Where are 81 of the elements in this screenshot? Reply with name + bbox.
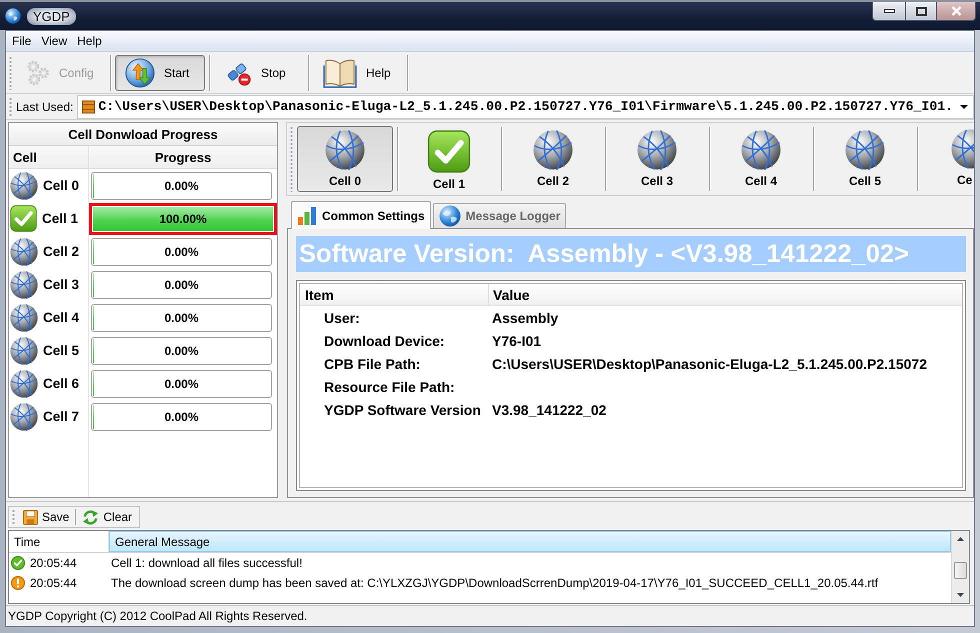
- maximize-button[interactable]: [906, 2, 937, 21]
- table-cell-text: C:\Users\USER\Desktop\Panasonic-Eluga-L2_5.1.245.00.P2.15072: [492, 356, 928, 372]
- menu-item[interactable]: Help: [72, 34, 107, 48]
- gears-icon: [26, 58, 50, 86]
- cell-name: Cell 7: [43, 409, 80, 424]
- table-cell-text: Y76-I01: [492, 332, 542, 348]
- version-banner: Software Version: Assembly - <V3.98_141222_02>: [296, 236, 966, 272]
- status-bar: YGDP Copyright (C) 2012 CoolPad All Rights Reserved.: [6, 605, 974, 626]
- cell-name: Cell 2: [43, 244, 80, 259]
- globe-arrows-icon: [125, 58, 155, 88]
- menu-item[interactable]: File: [7, 34, 36, 48]
- cell-button[interactable]: Cell 0: [297, 126, 393, 192]
- cell-button[interactable]: Ce: [921, 126, 974, 192]
- bar-chart-icon: [297, 206, 317, 226]
- progress-reading: 0.00%: [164, 410, 199, 424]
- toolbar-grip[interactable]: [290, 126, 293, 192]
- log-message: Cell 1: download all files successful!: [110, 556, 304, 570]
- toolbar-button[interactable]: Save: [19, 507, 74, 527]
- toolbar-grip[interactable]: [9, 56, 12, 90]
- cell-name: Cell 6: [43, 376, 80, 391]
- menu-item[interactable]: View: [36, 34, 72, 48]
- cell-name: Cell 4: [43, 310, 80, 325]
- minimize-icon: [884, 9, 894, 13]
- close-button[interactable]: [937, 2, 976, 21]
- globe-icon: [438, 205, 461, 227]
- cell-button[interactable]: Cell 3: [609, 126, 705, 192]
- progress-reading: 0.00%: [164, 344, 199, 358]
- table-cell-text: Download Device:: [323, 332, 446, 348]
- cell-name: Cell 3: [43, 277, 80, 292]
- log-message: The download screen dump has been saved at: C:\YLXZGJ\YGDP\DownloadScrrenDump\2019-04-17\Y76_I01_SUCCEED_CELL1_20.05.44.rtf: [110, 576, 880, 590]
- log-time: 20:05:44: [30, 556, 77, 570]
- table-cell-text: Resource File Path:: [323, 378, 456, 394]
- column-header: Item: [304, 286, 335, 304]
- toolbar-grip[interactable]: [9, 96, 12, 116]
- last-used-label: Last Used:: [16, 100, 74, 114]
- window-title: YGDP: [27, 8, 76, 24]
- log-time: 20:05:44: [30, 576, 77, 590]
- table-cell-text: YGDP Software Version: [323, 402, 482, 418]
- toolbar-button[interactable]: Help: [313, 54, 403, 90]
- progress-reading: 0.00%: [164, 310, 199, 324]
- toolbar-grip[interactable]: [12, 509, 15, 525]
- path-combobox[interactable]: C:\Users\USER\Desktop\Panasonic-Eluga-L2_5.1.245.00.P2.150727.Y76_I01\Firmware\5.1.245.00.P2.150727.Y76_I01.: [77, 94, 974, 118]
- progress-reading: 100.00%: [159, 212, 207, 226]
- caret-icon: [960, 104, 968, 108]
- book-icon: [323, 58, 357, 88]
- cell-button[interactable]: Cell 1: [401, 126, 497, 192]
- panel-title: Cell Donwload Progress: [9, 123, 277, 146]
- progress-reading: 0.00%: [164, 278, 199, 292]
- tab[interactable]: Message Logger: [432, 203, 566, 228]
- cell-button[interactable]: Cell 4: [713, 126, 809, 192]
- column-header: Cell: [12, 148, 38, 166]
- box-icon: [82, 100, 96, 114]
- toolbar-button[interactable]: Start: [115, 54, 205, 90]
- cell-name: Cell 0: [43, 178, 80, 193]
- cell-button[interactable]: Cell 5: [817, 126, 913, 192]
- progress-reading: 0.00%: [164, 376, 199, 390]
- column-header: Value: [488, 284, 962, 305]
- table-cell-text: User:: [323, 310, 361, 326]
- column-header: Progress: [88, 146, 277, 168]
- globe-icon: [5, 8, 21, 24]
- table-cell-text: V3.98_141222_02: [492, 402, 608, 418]
- cell-name: Cell 5: [43, 343, 80, 358]
- refresh-icon: [82, 508, 100, 526]
- progress-reading: 0.00%: [164, 244, 199, 258]
- cell-name: Cell 1: [42, 211, 78, 226]
- toolbar-button[interactable]: Clear: [78, 507, 136, 527]
- progress-reading: 0.00%: [164, 178, 199, 192]
- maximize-icon: [916, 6, 926, 16]
- save-icon: [23, 510, 38, 524]
- close-icon: [950, 6, 962, 16]
- table-cell-text: CPB File Path:: [323, 356, 422, 372]
- up-arrow-icon: [957, 537, 964, 541]
- minimize-button[interactable]: [872, 2, 906, 21]
- column-header[interactable]: General Message: [109, 531, 951, 552]
- tab[interactable]: Common Settings: [291, 201, 431, 229]
- scrollbar[interactable]: [951, 531, 969, 603]
- scroll-thumb[interactable]: [954, 562, 967, 579]
- cell-button[interactable]: Cell 2: [505, 126, 601, 192]
- table-cell-text: Assembly: [492, 310, 560, 326]
- toolbar-button[interactable]: Stop: [214, 54, 304, 90]
- down-arrow-icon: [957, 593, 964, 597]
